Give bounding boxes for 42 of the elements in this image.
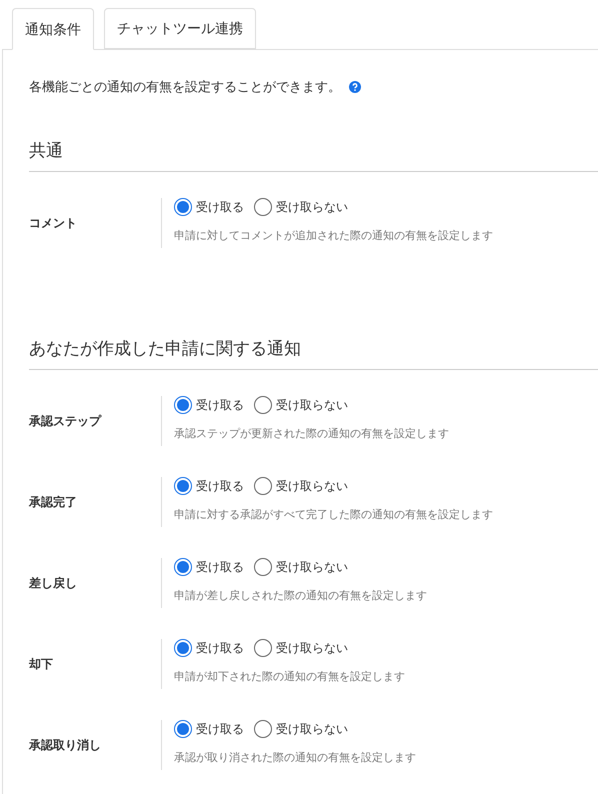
section-heading: 共通	[29, 141, 63, 160]
radio-label[interactable]: 受け取らない	[276, 198, 348, 216]
radio-button[interactable]	[254, 720, 272, 738]
radio-button[interactable]	[174, 477, 192, 495]
radio-button[interactable]	[254, 558, 272, 576]
setting-description: 申請に対する承認がすべて完了した際の通知の有無を設定します	[174, 508, 493, 523]
setting-description: 申請が却下された際の通知の有無を設定します	[174, 670, 405, 685]
radio-label[interactable]: 受け取る	[196, 477, 244, 495]
tab[interactable]: チャットツール連携	[104, 8, 256, 49]
radio-label[interactable]: 受け取らない	[276, 639, 348, 657]
radio-label[interactable]: 受け取る	[196, 720, 244, 738]
setting-description: 承認が取り消された際の通知の有無を設定します	[174, 750, 416, 766]
radio-label[interactable]: 受け取る	[196, 639, 244, 657]
setting-description: 承認ステップが更新された際の通知の有無を設定します	[174, 426, 449, 442]
radio-label[interactable]: 受け取る	[196, 558, 244, 576]
radio-label[interactable]: 受け取らない	[276, 720, 348, 738]
help-icon[interactable]	[349, 81, 361, 93]
radio-button[interactable]	[174, 558, 192, 576]
tab[interactable]: 通知条件	[12, 8, 94, 50]
radio-button[interactable]	[174, 198, 192, 216]
radio-label[interactable]: 受け取らない	[276, 396, 348, 414]
radio-label[interactable]: 受け取らない	[276, 477, 348, 495]
radio-button[interactable]	[174, 396, 192, 414]
setting-description: 申請が差し戻しされた際の通知の有無を設定します	[174, 588, 427, 604]
section-heading: あなたが作成した申請に関する通知	[29, 339, 301, 358]
radio-button[interactable]	[174, 720, 192, 738]
setting-label: 差し戻し	[29, 575, 78, 592]
radio-label[interactable]: 受け取る	[196, 198, 244, 216]
radio-button[interactable]	[254, 396, 272, 414]
setting-description: 申請に対してコメントが追加された際の通知の有無を設定します	[174, 228, 493, 244]
radio-label[interactable]: 受け取らない	[276, 558, 348, 576]
radio-button[interactable]	[254, 198, 272, 216]
setting-label: 承認取り消し	[29, 737, 102, 754]
radio-button[interactable]	[254, 639, 272, 657]
setting-label: 却下	[29, 656, 54, 673]
setting-label: 承認完了	[29, 494, 78, 511]
radio-button[interactable]	[174, 639, 192, 657]
intro-text: 各機能ごとの通知の有無を設定することができます。	[29, 78, 341, 96]
radio-label[interactable]: 受け取る	[196, 396, 244, 414]
setting-label: コメント	[29, 215, 78, 232]
radio-button[interactable]	[254, 477, 272, 495]
setting-label: 承認ステップ	[29, 413, 102, 430]
